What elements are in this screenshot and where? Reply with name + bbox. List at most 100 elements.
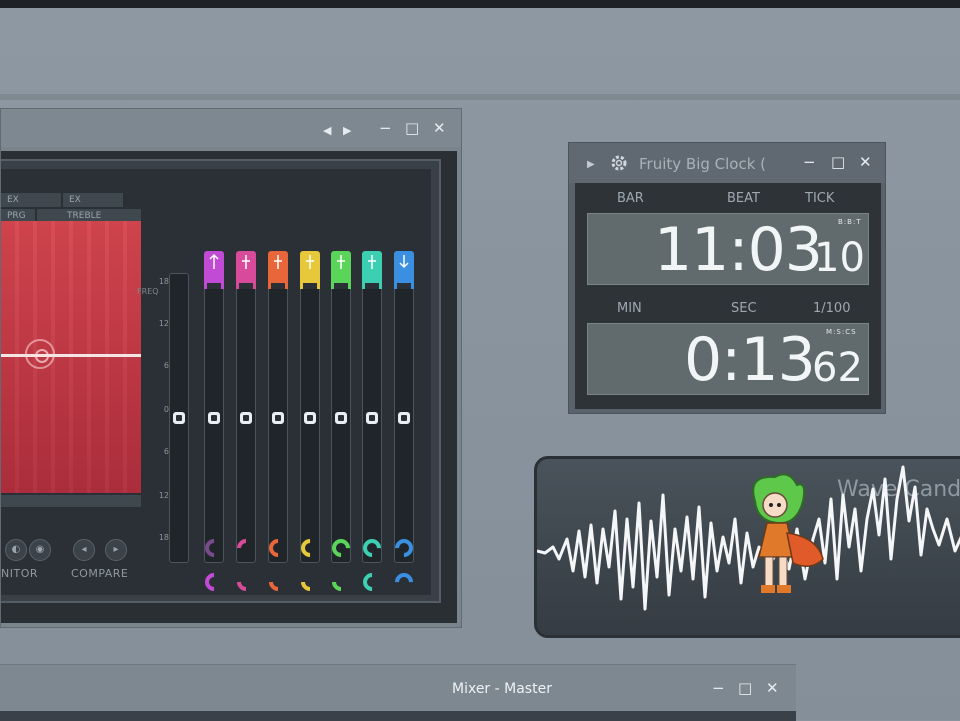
min-sec-value: 0:13 <box>684 325 816 395</box>
band-shape-icon <box>365 255 379 289</box>
eq-minimize-button[interactable]: − <box>379 121 392 136</box>
db-label: 18 <box>158 277 169 286</box>
clock-minimize-button[interactable]: − <box>803 155 816 170</box>
beat-header: BEAT <box>727 191 760 206</box>
wave-candy-visualizer[interactable]: Wave Candy <box>534 456 960 638</box>
lowcut-icon <box>207 253 221 289</box>
db-label: 18 <box>158 533 169 542</box>
monitor-option-button[interactable]: ◉ <box>29 539 51 561</box>
band-2-type-tab[interactable] <box>236 251 256 289</box>
eq-frequency-graph[interactable] <box>1 221 141 493</box>
db-label: 12 <box>158 319 169 328</box>
db-label: 0 <box>163 405 169 414</box>
clock-menu-arrow-icon[interactable]: ▶ <box>587 157 595 172</box>
eq-frame: EX EX PRG TREBLE 18 12 6 0 6 12 18 FREQ … <box>1 151 457 623</box>
clock-titlebar[interactable]: ▶ Fruity Big Clock ( − □ ✕ <box>569 143 885 183</box>
band-3-bw-knob[interactable] <box>265 569 291 595</box>
workspace-divider <box>0 94 960 100</box>
band-5-type-tab[interactable] <box>331 251 351 289</box>
graph-footer <box>1 495 141 507</box>
band-5-fader[interactable] <box>331 273 351 563</box>
fader-handle[interactable] <box>240 412 252 424</box>
fader-handle[interactable] <box>208 412 220 424</box>
gear-icon[interactable] <box>609 153 629 177</box>
time-display[interactable]: 0:13 62 M:S:CS <box>587 323 869 395</box>
band-3-fader[interactable] <box>268 273 288 563</box>
band-6-type-tab[interactable] <box>362 251 382 289</box>
mixer-close-button[interactable]: ✕ <box>766 681 779 696</box>
db-label: 12 <box>158 491 169 500</box>
bar-header: BAR <box>617 191 644 206</box>
tick-value: 10 <box>814 235 865 281</box>
band-shape-icon <box>271 255 285 289</box>
clock-maximize-button[interactable]: □ <box>831 155 845 170</box>
tick-header: TICK <box>805 191 835 206</box>
graph-shade <box>1 221 141 493</box>
fader-handle[interactable] <box>335 412 347 424</box>
band-1-type-tab[interactable] <box>204 251 224 289</box>
big-clock-window: ▶ Fruity Big Clock ( − □ ✕ BAR BEAT TICK… <box>568 142 886 414</box>
band-5-bw-knob[interactable] <box>328 569 354 595</box>
fader-handle[interactable] <box>304 412 316 424</box>
bar-beat-value: 11:03 <box>654 215 823 285</box>
band-4-type-tab[interactable] <box>300 251 320 289</box>
mixer-minimize-button[interactable]: − <box>712 681 725 696</box>
min-header: MIN <box>617 301 642 316</box>
bbt-format-tag: B:B:T <box>838 218 862 226</box>
band-6-bw-knob[interactable] <box>359 569 385 595</box>
band-4-bw-knob[interactable] <box>297 569 323 595</box>
compare-a-button[interactable]: ◂ <box>73 539 95 561</box>
graph-label-ex-2: EX <box>63 193 123 207</box>
mascot-character-icon <box>752 473 824 593</box>
sec-header: SEC <box>731 301 757 316</box>
mscs-format-tag: M:S:CS <box>826 328 857 336</box>
graph-label-ex-1: EX <box>1 193 61 207</box>
mixer-title: Mixer - Master <box>452 681 552 697</box>
main-gain-fader[interactable] <box>169 273 189 563</box>
eq-maximize-button[interactable]: □ <box>405 121 419 136</box>
band-7-fader[interactable] <box>394 273 414 563</box>
highcut-icon <box>397 255 411 289</box>
band-2-bw-knob[interactable] <box>233 569 259 595</box>
eq-inner-panel: EX EX PRG TREBLE 18 12 6 0 6 12 18 FREQ … <box>1 169 431 595</box>
clock-title: Fruity Big Clock ( <box>639 155 767 173</box>
clock-body: BAR BEAT TICK 11:03 10 B:B:T MIN SEC 1/1… <box>575 183 881 409</box>
prev-preset-icon[interactable]: ◀ <box>323 123 331 138</box>
eq-titlebar[interactable]: ◀ ▶ − □ ✕ <box>1 109 461 147</box>
song-position-display[interactable]: 11:03 10 B:B:T <box>587 213 869 285</box>
band-4-fader[interactable] <box>300 273 320 563</box>
fader-handle[interactable] <box>366 412 378 424</box>
centisec-header: 1/100 <box>813 301 851 316</box>
eq-close-button[interactable]: ✕ <box>433 121 446 136</box>
db-label: 6 <box>163 361 169 370</box>
centisec-value: 62 <box>812 345 863 391</box>
band-2-fader[interactable] <box>236 273 256 563</box>
band-shape-icon <box>239 255 253 289</box>
equalizer-plugin-window: ◀ ▶ − □ ✕ EX EX PRG TREBLE 18 12 6 0 6 1… <box>0 108 462 628</box>
band-shape-icon <box>303 255 317 289</box>
band-7-type-tab[interactable] <box>394 251 414 289</box>
monitor-button[interactable]: ◐ <box>5 539 27 561</box>
band-3-type-tab[interactable] <box>268 251 288 289</box>
band-1-fader[interactable] <box>204 273 224 563</box>
band-1-bw-knob[interactable] <box>201 569 227 595</box>
band-6-fader[interactable] <box>362 273 382 563</box>
compare-label: COMPARE <box>71 567 129 580</box>
db-label: 6 <box>163 447 169 456</box>
next-preset-icon[interactable]: ▶ <box>343 123 351 138</box>
monitor-label: NITOR <box>1 567 38 580</box>
eq-panel: EX EX PRG TREBLE 18 12 6 0 6 12 18 FREQ … <box>1 159 441 603</box>
fader-handle[interactable] <box>272 412 284 424</box>
band-shape-icon <box>334 255 348 289</box>
eq-band-handle[interactable] <box>25 339 55 369</box>
fader-handle[interactable] <box>173 412 185 424</box>
mixer-maximize-button[interactable]: □ <box>738 681 752 696</box>
freq-row-label: FREQ <box>137 287 159 296</box>
fader-handle[interactable] <box>398 412 410 424</box>
compare-b-button[interactable]: ▸ <box>105 539 127 561</box>
mixer-window-titlebar[interactable]: Mixer - Master − □ ✕ <box>0 664 796 721</box>
clock-close-button[interactable]: ✕ <box>859 155 872 170</box>
eq-response-curve <box>1 354 141 357</box>
top-frame <box>0 0 960 8</box>
band-7-bw-knob[interactable] <box>391 569 417 595</box>
